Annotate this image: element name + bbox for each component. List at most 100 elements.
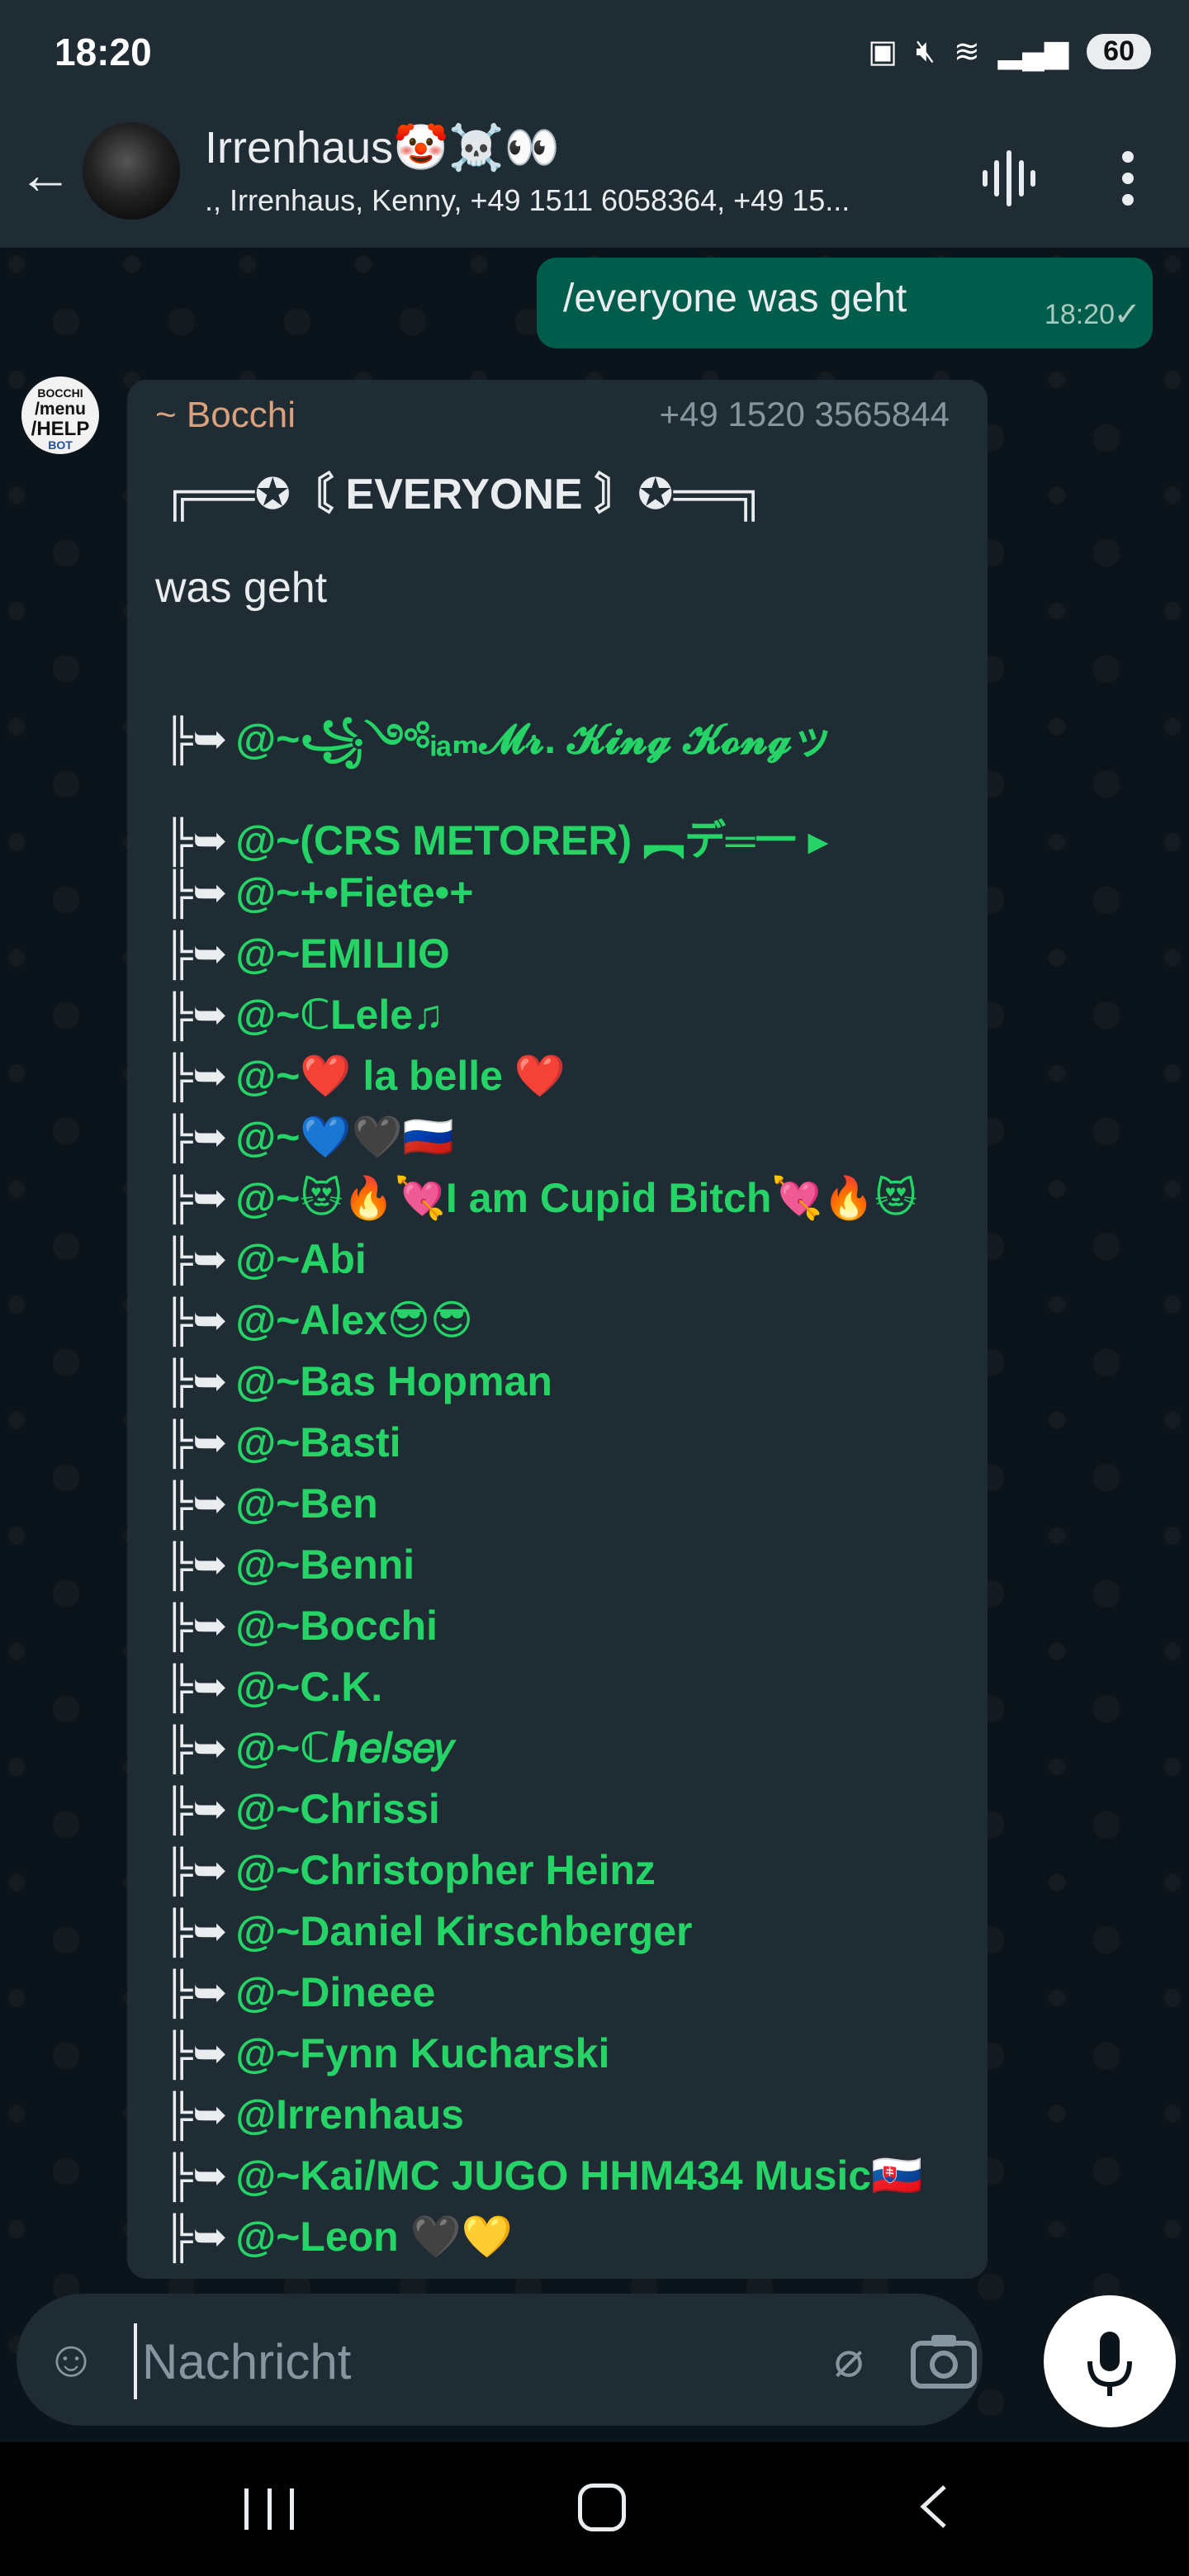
system-navigation-bar [0,2442,1189,2576]
mention-item: ╠➥ @~꧁༺ᵢₐₘ𝓜𝓻. 𝓚𝓲𝓷𝓰 𝓚𝓸𝓷𝓰ッ [163,694,834,809]
outgoing-message-text: /everyone was geht [563,277,907,320]
mention-item: ╠➥ @~Ben [163,1480,378,1527]
battery-indicator: 60 [1087,34,1151,69]
group-title[interactable]: Irrenhaus🤡☠️👀 [205,122,560,174]
mention-link[interactable]: @~ℂℎ𝑒𝑙𝑠𝑒𝑦 [235,1725,454,1771]
mention-link[interactable]: @~Benni [235,1541,414,1588]
tree-branch-icon: ╠➥ [163,1114,228,1160]
tree-branch-icon: ╠➥ [163,1786,228,1832]
mention-item: ╠➥ @~Alex😎😎 [163,1296,473,1344]
mention-link[interactable]: @~❤️ la belle ❤️ [235,1053,566,1099]
mention-link[interactable]: @~💙🖤🇷🇺 [235,1114,454,1160]
mention-link[interactable]: @~Christopher Heinz [235,1847,656,1893]
tree-branch-icon: ╠➥ [163,1358,228,1404]
mention-item: ╠➥ @~ℂℎ𝑒𝑙𝑠𝑒𝑦 [163,1724,454,1773]
camera-icon[interactable] [907,2327,981,2393]
tree-branch-icon: ╠➥ [163,2214,228,2260]
mention-item: ╠➥ @~C.K. [163,1663,382,1711]
nav-back-icon[interactable] [917,2482,950,2531]
tree-branch-icon: ╠➥ [163,817,228,864]
outgoing-message-time: 18:20 [1044,299,1115,330]
status-icons: ▣ 🔇︎ ≋ ▂▄▆ 60 [868,33,1151,70]
home-icon[interactable] [578,2484,626,2531]
tree-branch-icon: ╠➥ [163,1969,228,2015]
mention-link[interactable]: @~Alex😎😎 [235,1297,473,1343]
tree-branch-icon: ╠➥ [163,1480,228,1527]
tree-branch-icon: ╠➥ [163,2091,228,2138]
mention-link[interactable]: @~Fynn Kucharski [235,2030,609,2076]
mention-item: ╠➥ @~Abi [163,1235,367,1283]
notification-icon: ▣ [868,35,898,69]
avatar-text-line: BOCCHI [37,386,83,400]
mention-link[interactable]: @~Dineee [235,1969,435,2015]
tree-branch-icon: ╠➥ [163,930,228,977]
tree-branch-icon: ╠➥ [163,992,228,1038]
mention-link[interactable]: @~꧁༺ᵢₐₘ𝓜𝓻. 𝓚𝓲𝓷𝓰 𝓚𝓸𝓷𝓰ッ [235,716,833,762]
message-input[interactable] [134,2323,821,2399]
attach-icon[interactable]: ⌀ [816,2327,882,2393]
microphone-button[interactable] [1044,2295,1176,2427]
mention-item: ╠➥ @~💙🖤🇷🇺 [163,1113,454,1162]
mention-link[interactable]: @~EMI⊔IΘ [235,930,449,977]
mention-item: ╠➥ @~Basti [163,1418,401,1466]
mention-link[interactable]: @~Daniel Kirschberger [235,1908,692,1954]
more-options-icon[interactable] [1111,145,1144,211]
mention-link[interactable]: @~😻🔥💘I am Cupid Bitch💘🔥😻 [235,1175,917,1221]
avatar-text-line: /menu [35,400,86,419]
status-time: 18:20 [54,31,152,73]
sent-check-icon: ✓ [1113,296,1141,333]
mention-link[interactable]: @~Basti [235,1419,400,1466]
tree-branch-icon: ╠➥ [163,2152,228,2199]
mention-item: ╠➥ @~😻🔥💘I am Cupid Bitch💘🔥😻 [163,1174,917,1223]
tree-branch-icon: ╠➥ [163,1297,228,1343]
signal-icon: ▂▄▆ [997,35,1069,69]
mention-item: ╠➥ @~Bocchi [163,1602,438,1650]
mention-item: ╠➥ @~ℂLele♫ [163,991,444,1039]
mention-item: ╠➥ @~+•Fiete•+ [163,869,473,916]
mention-item: ╠➥ @~❤️ la belle ❤️ [163,1052,566,1101]
mention-item: ╠➥ @~Fynn Kucharski [163,2029,609,2077]
sender-avatar[interactable]: BOCCHI /menu /HELP BOT [21,376,99,454]
message-text: was geht [155,564,328,612]
mention-item: ╠➥ @~Daniel Kirschberger [163,1907,692,1955]
mention-item: ╠➥ @~EMI⊔IΘ [163,930,450,978]
wifi-icon: ≋ [953,35,980,69]
voice-chat-icon[interactable] [976,145,1042,211]
chat-header: ← Irrenhaus🤡☠️👀 ., Irrenhaus, Kenny, +49… [0,107,1189,248]
message-composer: ☺ ⌀ [17,2294,983,2426]
mention-link[interactable]: @~Abi [235,1236,367,1282]
outgoing-message[interactable]: /everyone was geht 18:20 ✓ [537,258,1153,348]
tree-branch-icon: ╠➥ [163,1236,228,1282]
mention-item: ╠➥ @~(CRS METORER) ︻デ═一 ▸ [163,807,828,867]
mention-link[interactable]: @Irrenhaus [235,2091,464,2138]
group-avatar[interactable] [83,122,180,220]
emoji-sticker-icon[interactable]: ☺ [38,2327,104,2393]
mention-item: ╠➥ @Irrenhaus [163,2091,464,2138]
mention-link[interactable]: @~+•Fiete•+ [235,869,473,916]
mention-link[interactable]: @~Ben [235,1480,377,1527]
mention-link[interactable]: @~Bas Hopman [235,1358,552,1404]
sender-name[interactable]: ~ Bocchi [155,395,296,436]
tree-branch-icon: ╠➥ [163,1725,228,1771]
mention-link[interactable]: @~Bocchi [235,1603,438,1649]
everyone-banner: ╔══✪〘 EVERYONE 〙✪══╗ [163,471,765,519]
mention-link[interactable]: @~ℂLele♫ [235,992,443,1038]
back-arrow-icon[interactable]: ← [18,145,76,203]
mention-link[interactable]: @~(CRS METORER) ︻デ═一 ▸ [235,817,828,864]
mention-link[interactable]: @~Kai/MC JUGO HHM434 Music🇸🇰 [235,2152,922,2199]
tree-branch-icon: ╠➥ [163,1603,228,1649]
tree-branch-icon: ╠➥ [163,1053,228,1099]
mention-link[interactable]: @~C.K. [235,1664,382,1710]
recent-apps-icon[interactable] [244,2488,294,2530]
mention-item: ╠➥ @~Leon 🖤💛 [163,2213,513,2261]
mention-link[interactable]: @~Chrissi [235,1786,439,1832]
mention-item: ╠➥ @~Christopher Heinz [163,1846,656,1894]
group-members-subtitle[interactable]: ., Irrenhaus, Kenny, +49 1511 6058364, +… [205,183,948,218]
tree-branch-icon: ╠➥ [163,1419,228,1466]
avatar-text-line: /HELP [31,418,90,440]
incoming-message[interactable]: ~ Bocchi +49 1520 3565844 ╔══✪〘 EVERYONE… [127,380,988,2279]
avatar-text-line: BOT [48,438,73,452]
tree-branch-icon: ╠➥ [163,2030,228,2076]
mention-link[interactable]: @~Leon 🖤💛 [235,2214,513,2260]
tree-branch-icon: ╠➥ [163,1847,228,1893]
